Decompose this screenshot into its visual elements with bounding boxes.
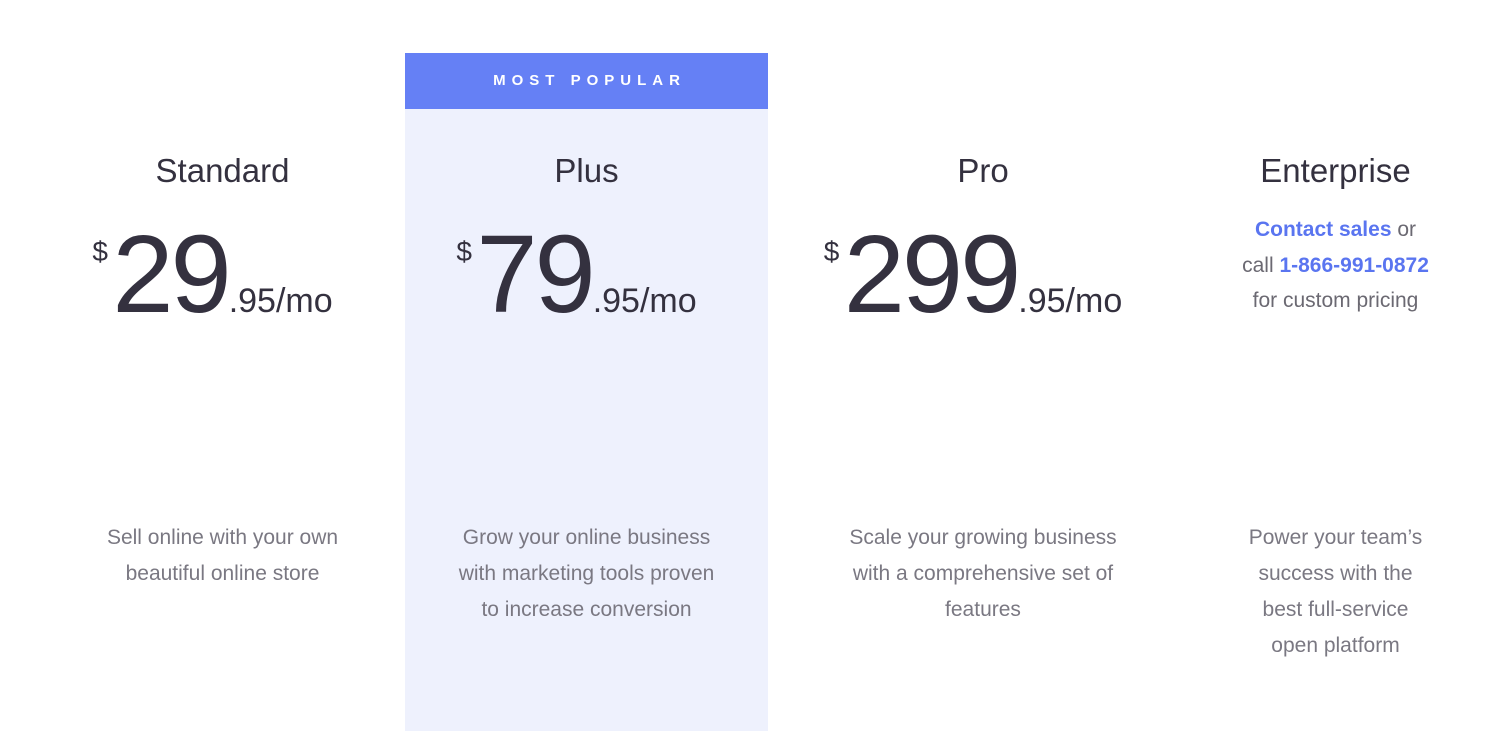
phone-number-link[interactable]: 1-866-991-0872 — [1279, 254, 1428, 277]
plan-description: Power your team’s success with the best … — [1248, 526, 1423, 657]
enterprise-contact-info: Contact sales or call 1-866-991-0872 for… — [1238, 212, 1433, 319]
plan-plus: Plus $79.95/mo Grow your online business… — [405, 0, 768, 731]
price-cents-period: .95/mo — [228, 282, 333, 320]
plan-price: $79.95/mo — [405, 210, 768, 330]
plan-name: Standard — [155, 152, 290, 189]
plan-name: Pro — [957, 152, 1009, 189]
contact-after-text: for custom pricing — [1252, 289, 1419, 312]
plan-price: $29.95/mo — [40, 210, 405, 330]
pricing-page: MOST POPULAR Standard $29.95/mo Sell onl… — [0, 0, 1500, 731]
price-cents-period: .95/mo — [1018, 282, 1123, 320]
plan-price: $299.95/mo — [768, 210, 1198, 330]
price-amount: 299 — [843, 213, 1022, 336]
price-amount: 29 — [112, 213, 231, 336]
contact-sales-link[interactable]: Contact sales — [1255, 218, 1392, 241]
plan-pro: Pro $299.95/mo Scale your growing busine… — [768, 0, 1198, 731]
currency-symbol: $ — [823, 236, 840, 267]
price-amount: 79 — [476, 213, 595, 336]
price-cents-period: .95/mo — [592, 282, 697, 320]
currency-symbol: $ — [456, 236, 472, 267]
plan-description: Scale your growing business with a compr… — [849, 526, 1117, 621]
plan-enterprise: Enterprise Contact sales or call 1-866-9… — [1198, 0, 1473, 731]
plan-name: Enterprise — [1260, 152, 1411, 189]
plan-description: Sell online with your own beautiful onli… — [106, 526, 339, 585]
plan-name: Plus — [554, 152, 619, 189]
currency-symbol: $ — [92, 236, 108, 267]
plan-standard: Standard $29.95/mo Sell online with your… — [40, 0, 405, 731]
plan-description: Grow your online business with marketing… — [458, 526, 715, 621]
